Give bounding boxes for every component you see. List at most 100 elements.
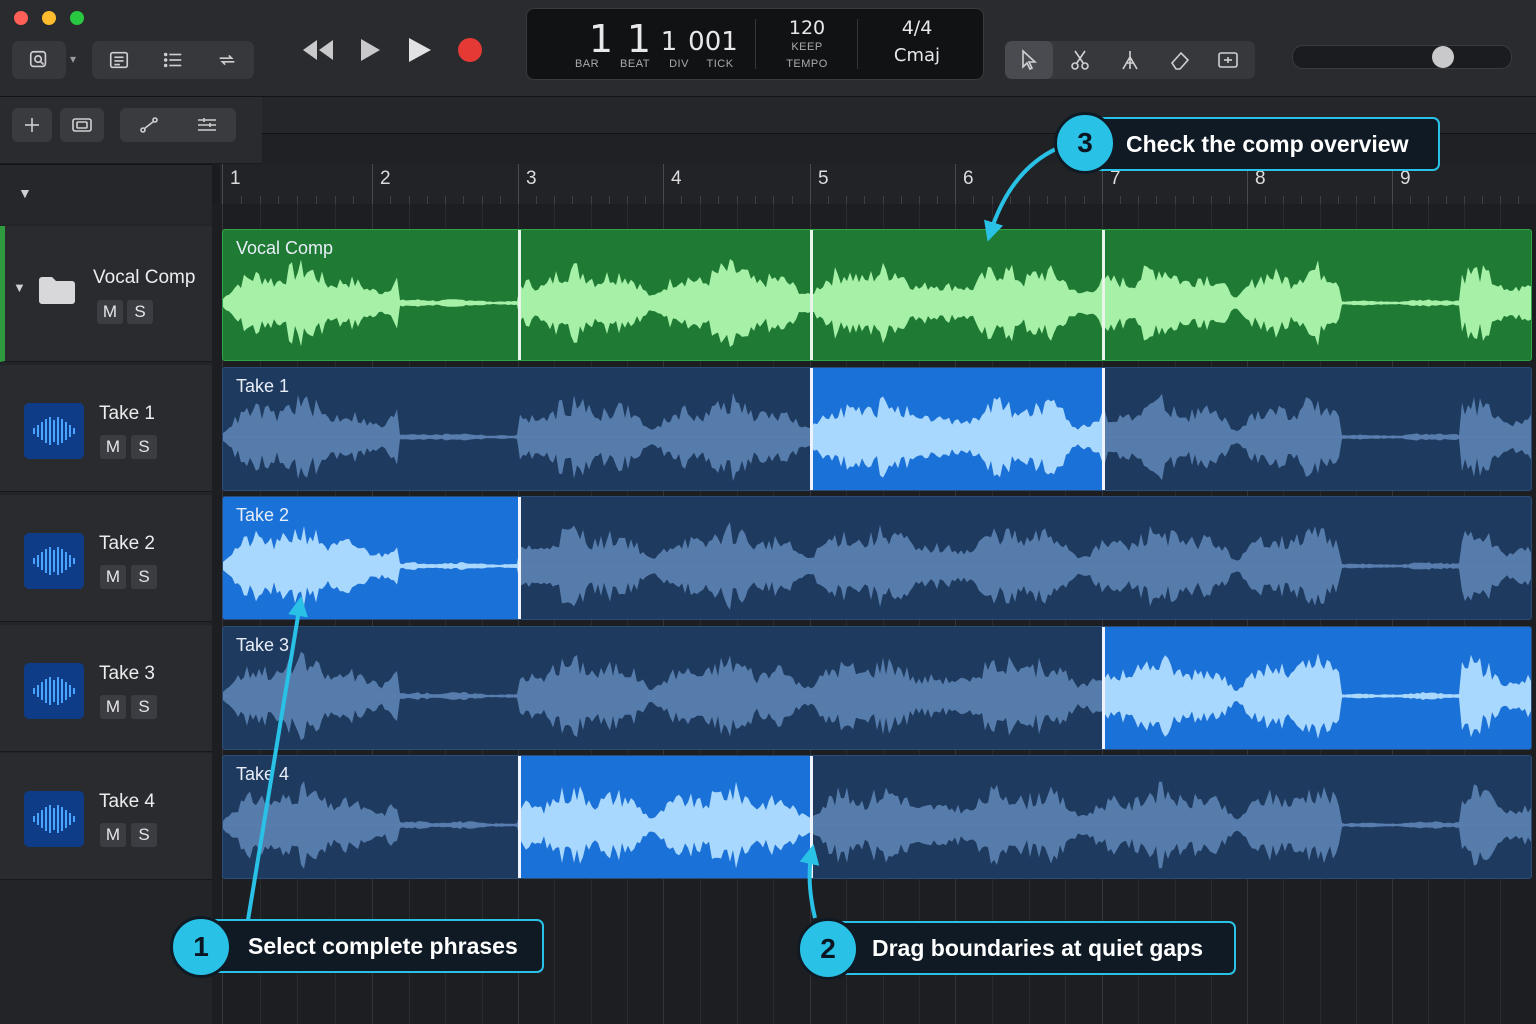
solo-button[interactable]: S — [131, 565, 157, 589]
play-button[interactable] — [350, 30, 390, 70]
bar-caption: BAR — [574, 58, 600, 70]
ruler-bar-number: 6 — [963, 168, 974, 189]
track-name[interactable]: Take 2 — [99, 533, 155, 555]
take-boundary-handle[interactable] — [810, 756, 813, 878]
callout-badge: 3 — [1054, 112, 1116, 174]
time-signature-value[interactable]: 4/4 — [882, 17, 952, 39]
region-label: Take 3 — [236, 635, 290, 655]
mute-button[interactable]: M — [100, 565, 126, 589]
take-boundary-handle[interactable] — [518, 756, 521, 878]
record-button[interactable] — [450, 30, 490, 70]
ruler-subdivision-tick — [1337, 196, 1339, 204]
duplicate-track-button[interactable] — [60, 108, 104, 142]
list-editor-button[interactable] — [146, 49, 200, 71]
waveform — [223, 781, 1531, 869]
zoom-window-button[interactable] — [70, 11, 84, 25]
disclosure-triangle-icon[interactable]: ▼ — [13, 280, 26, 295]
track-name[interactable]: Take 1 — [99, 403, 155, 425]
ruler-subdivision-tick — [408, 196, 410, 204]
mute-button[interactable]: M — [100, 823, 126, 847]
ruler-subdivision-tick — [390, 196, 392, 204]
take-boundary-handle[interactable] — [518, 497, 521, 619]
ruler-subdivision-tick — [1464, 196, 1465, 204]
comp-region[interactable]: Vocal Comp — [222, 229, 1532, 361]
solo-button[interactable]: S — [131, 823, 157, 847]
add-track-button[interactable] — [12, 108, 52, 142]
callout-comp-overview: Check the comp overview — [1086, 117, 1440, 171]
mute-button[interactable]: M — [97, 300, 123, 324]
solo-button[interactable]: S — [131, 435, 157, 459]
loop-icon — [219, 54, 235, 66]
take-region[interactable]: Take 3 — [222, 626, 1532, 750]
marquee-tool[interactable] — [1204, 41, 1252, 79]
track-name[interactable]: Take 3 — [99, 663, 155, 685]
ruler-subdivision-tick — [590, 196, 592, 204]
ruler-bar-tick — [372, 164, 373, 204]
track-header-vocal-comp[interactable]: ▼ Vocal Comp M S — [0, 226, 212, 362]
inspector-button[interactable] — [92, 49, 146, 71]
mute-button[interactable]: M — [100, 435, 126, 459]
ruler-subdivision-tick — [1428, 196, 1429, 204]
lcd-display[interactable]: 1 1 1 001 BAR BEAT DIV TICK 120 KEEP TEM… — [526, 8, 984, 80]
track-header-take-3[interactable]: Take 3 MS — [0, 625, 212, 752]
key-value[interactable]: Cmaj — [882, 45, 952, 66]
track-name[interactable]: Take 4 — [99, 791, 155, 813]
tick-caption: TICK — [706, 58, 734, 70]
automation-button[interactable] — [120, 116, 178, 134]
play-from-start-button[interactable] — [400, 30, 440, 70]
ruler-subdivision-tick — [499, 196, 501, 204]
solo-button[interactable]: S — [127, 300, 153, 324]
disclosure-triangle-icon[interactable]: ▼ — [18, 185, 32, 201]
pointer-tool[interactable] — [1005, 41, 1053, 79]
ruler-subdivision-tick — [1156, 196, 1158, 204]
eraser-icon — [1170, 51, 1190, 70]
ruler-bar-number: 7 — [1110, 168, 1121, 189]
region-label: Take 4 — [236, 764, 290, 784]
track-name[interactable]: Vocal Comp — [93, 267, 195, 289]
library-button[interactable] — [12, 41, 66, 79]
rewind-button[interactable] — [298, 30, 338, 70]
comp-segment-boundary[interactable] — [518, 230, 521, 360]
zoom-slider-knob[interactable] — [1432, 46, 1454, 68]
minimize-window-button[interactable] — [42, 11, 56, 25]
take-region[interactable]: Take 2 — [222, 496, 1532, 620]
ruler-subdivision-tick — [900, 196, 902, 204]
ruler-subdivision-tick — [918, 196, 920, 204]
mute-button[interactable]: M — [100, 695, 126, 719]
solo-button[interactable]: S — [131, 695, 157, 719]
take-boundary-handle[interactable] — [810, 368, 813, 490]
lcd-divider — [755, 19, 756, 69]
take-boundary-handle[interactable] — [1102, 368, 1105, 490]
flex-tool[interactable] — [1106, 41, 1154, 79]
track-header-take-2[interactable]: Take 2 MS — [0, 495, 212, 622]
ruler-subdivision-tick — [278, 196, 280, 204]
library-menu-chevron-icon[interactable]: ▾ — [70, 52, 76, 66]
flex-view-button[interactable] — [178, 116, 236, 134]
horizontal-zoom-slider[interactable] — [1292, 45, 1512, 69]
take-region[interactable]: Take 4 — [222, 755, 1532, 879]
ruler-subdivision-tick — [718, 196, 720, 204]
waveform-icon — [24, 663, 84, 719]
active-take-waveform — [811, 368, 1103, 490]
ruler-subdivision-tick — [1446, 196, 1447, 204]
comp-segment-boundary[interactable] — [1102, 230, 1105, 360]
ruler-subdivision-tick — [1410, 196, 1411, 204]
scissors-tool[interactable] — [1056, 41, 1104, 79]
marquee-icon — [1218, 52, 1238, 68]
ruler-bar-number: 5 — [818, 168, 829, 189]
tempo-value[interactable]: 120 — [772, 17, 842, 39]
take-boundary-handle[interactable] — [1102, 627, 1105, 749]
take-region[interactable]: Take 1 — [222, 367, 1532, 491]
ruler-subdivision-tick — [353, 196, 355, 204]
ruler-subdivision-tick — [1301, 196, 1303, 204]
track-header-take-4[interactable]: Take 4 MS — [0, 753, 212, 880]
ruler-subdivision-tick — [1120, 196, 1122, 204]
track-header-take-1[interactable]: Take 1 MS — [0, 365, 212, 492]
cycle-button[interactable] — [200, 49, 254, 71]
ruler-subdivision-tick — [463, 196, 465, 204]
comp-segment-boundary[interactable] — [810, 230, 813, 360]
close-window-button[interactable] — [14, 11, 28, 25]
ruler-subdivision-tick — [554, 196, 556, 204]
eraser-tool[interactable] — [1156, 41, 1204, 79]
beat-caption: BEAT — [620, 58, 650, 70]
